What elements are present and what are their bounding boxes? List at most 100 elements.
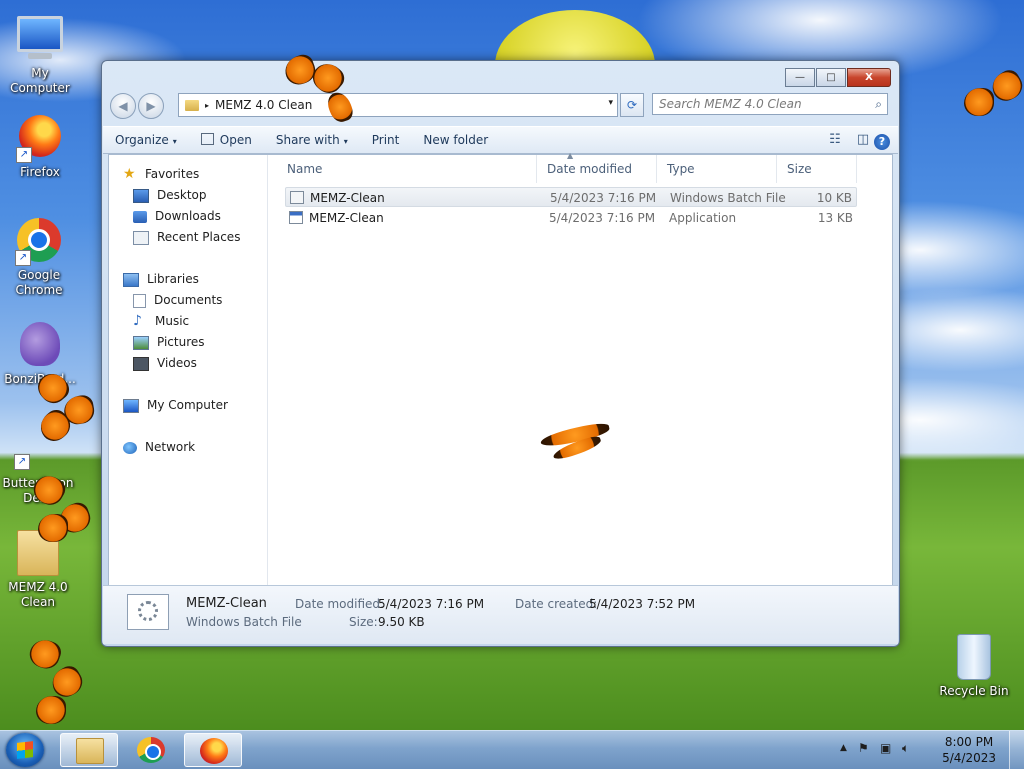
forward-button[interactable]: ▶ <box>138 93 164 119</box>
network-status-icon[interactable]: ▣ <box>880 741 891 755</box>
nav-favorites[interactable]: ★ Favorites <box>123 165 199 184</box>
nav-libraries[interactable]: Libraries <box>123 270 199 289</box>
desktop-icon-chrome[interactable]: ↗ Google Chrome <box>0 216 78 298</box>
nav-label: Music <box>155 314 190 328</box>
details-date-modified: 5/4/2023 7:16 PM <box>378 597 485 611</box>
open-icon <box>200 133 214 145</box>
batch-file-thumbnail-icon <box>127 594 169 630</box>
nav-music[interactable]: ♪ Music <box>133 312 189 331</box>
preview-pane-icon[interactable]: ◫ <box>852 129 874 151</box>
network-icon <box>123 441 137 454</box>
back-button[interactable]: ◀ <box>110 93 136 119</box>
share-with-button[interactable]: Share with ▾ <box>264 128 360 152</box>
butterfly-overlay <box>32 367 98 447</box>
desktop-icon-memz-folder[interactable]: MEMZ 4.0 Clean <box>0 528 76 610</box>
organize-label: Organize <box>115 133 169 147</box>
volume-icon[interactable]: 🔈︎ <box>902 741 909 756</box>
new-folder-button[interactable]: New folder <box>411 128 500 152</box>
firefox-icon <box>200 738 228 764</box>
butterfly-overlay <box>28 470 94 542</box>
explorer-body: ★ Favorites Desktop Downloads Recent Plac… <box>108 151 893 587</box>
clock[interactable]: 8:00 PM 5/4/2023 <box>942 734 996 766</box>
details-file-type: Windows Batch File <box>186 615 302 629</box>
column-size[interactable]: Size <box>777 155 857 183</box>
file-type: Application <box>669 211 737 225</box>
open-button[interactable]: Open <box>189 128 264 152</box>
nav-videos[interactable]: Videos <box>133 354 197 373</box>
back-arrow-icon: ◀ <box>118 99 128 113</box>
desktop-icon-firefox[interactable]: ↗ Firefox <box>0 112 80 180</box>
start-button[interactable] <box>6 733 44 767</box>
organize-button[interactable]: Organize ▾ <box>103 128 189 152</box>
application-icon <box>289 211 303 224</box>
navigation-bar: ◀ ▶ ▸ MEMZ 4.0 Clean ▾ ⟳ Search MEMZ 4.0… <box>110 93 891 119</box>
file-size: 13 KB <box>817 211 853 225</box>
file-name: MEMZ-Clean <box>310 191 385 205</box>
nav-pictures[interactable]: Pictures <box>133 333 205 352</box>
taskbar-chrome-button[interactable] <box>122 733 180 767</box>
butterfly-overlay <box>958 66 1024 128</box>
nav-my-computer[interactable]: My Computer <box>123 396 228 415</box>
show-desktop-button[interactable] <box>1009 731 1024 769</box>
nav-label: Videos <box>157 356 197 370</box>
column-type[interactable]: Type <box>657 155 777 183</box>
file-row[interactable]: MEMZ-Clean 5/4/2023 7:16 PM Application … <box>285 208 857 228</box>
nav-label: Downloads <box>155 209 221 223</box>
minimize-button[interactable]: — <box>785 68 815 87</box>
taskbar-explorer-button[interactable] <box>60 733 118 767</box>
maximize-button[interactable]: □ <box>816 68 846 87</box>
search-input[interactable]: Search MEMZ 4.0 Clean ⌕ <box>652 93 888 115</box>
address-dropdown-icon[interactable]: ▾ <box>608 98 613 108</box>
desktop-icon-label: Google Chrome <box>15 268 63 297</box>
desktop-icon <box>133 188 149 203</box>
music-icon: ♪ <box>133 313 142 329</box>
chrome-icon <box>137 737 165 763</box>
address-bar[interactable]: ▸ MEMZ 4.0 Clean ▾ <box>178 93 618 117</box>
butterfly-overlay <box>281 51 356 125</box>
search-icon[interactable]: ⌕ <box>875 94 882 114</box>
desktop-icon-label: MEMZ 4.0 Clean <box>8 580 68 609</box>
column-headers: ▲ Name Date modified Type Size <box>277 151 892 183</box>
print-button[interactable]: Print <box>360 128 412 152</box>
desktop-icon-my-computer[interactable]: My Computer <box>0 10 80 96</box>
desktop-icon-label: Recycle Bin <box>939 684 1009 698</box>
butterfly-overlay <box>26 635 87 726</box>
nav-documents[interactable]: Documents <box>133 291 222 310</box>
butterfly-overlay <box>539 420 620 464</box>
nav-desktop[interactable]: Desktop <box>133 186 207 205</box>
recent-places-icon <box>133 230 149 245</box>
nav-network[interactable]: Network <box>123 438 195 457</box>
chevron-down-icon: ▾ <box>343 137 348 146</box>
taskbar-firefox-button[interactable] <box>184 733 242 767</box>
videos-icon <box>133 356 149 371</box>
column-date-modified[interactable]: Date modified <box>537 155 657 183</box>
file-name: MEMZ-Clean <box>309 211 384 225</box>
computer-icon <box>123 398 139 413</box>
desktop-icon-recycle-bin[interactable]: Recycle Bin <box>934 632 1014 699</box>
details-size-label: Size: <box>349 615 378 629</box>
refresh-button[interactable]: ⟳ <box>620 93 644 117</box>
libraries-icon <box>123 272 139 287</box>
file-row[interactable]: MEMZ-Clean 5/4/2023 7:16 PM Windows Batc… <box>285 187 857 207</box>
clock-time: 8:00 PM <box>944 735 994 749</box>
forward-arrow-icon: ▶ <box>146 99 156 113</box>
chevron-down-icon: ▾ <box>172 137 177 146</box>
show-hidden-icons-button[interactable]: ▲ <box>840 743 847 753</box>
view-options-icon[interactable]: ☷ ▾ <box>824 129 846 169</box>
details-date-created: 5/4/2023 7:52 PM <box>589 597 696 611</box>
pictures-icon <box>133 335 149 350</box>
share-with-label: Share with <box>275 133 340 147</box>
close-button[interactable]: X <box>847 68 891 87</box>
windows-logo-icon <box>17 741 33 759</box>
explorer-window: — □ X ◀ ▶ ▸ MEMZ 4.0 Clean ▾ ⟳ Search ME… <box>101 60 900 647</box>
nav-recent-places[interactable]: Recent Places <box>133 228 240 247</box>
nav-downloads[interactable]: Downloads <box>133 207 221 226</box>
action-center-flag-icon[interactable]: ⚑ <box>858 741 869 755</box>
breadcrumb-arrow-icon[interactable]: ▸ <box>205 101 209 110</box>
documents-icon <box>133 293 146 308</box>
column-name[interactable]: Name <box>277 155 537 183</box>
help-icon[interactable]: ? <box>874 133 890 150</box>
nav-label: Pictures <box>157 335 205 349</box>
nav-label: Desktop <box>157 188 207 202</box>
file-size: 10 KB <box>816 191 852 205</box>
